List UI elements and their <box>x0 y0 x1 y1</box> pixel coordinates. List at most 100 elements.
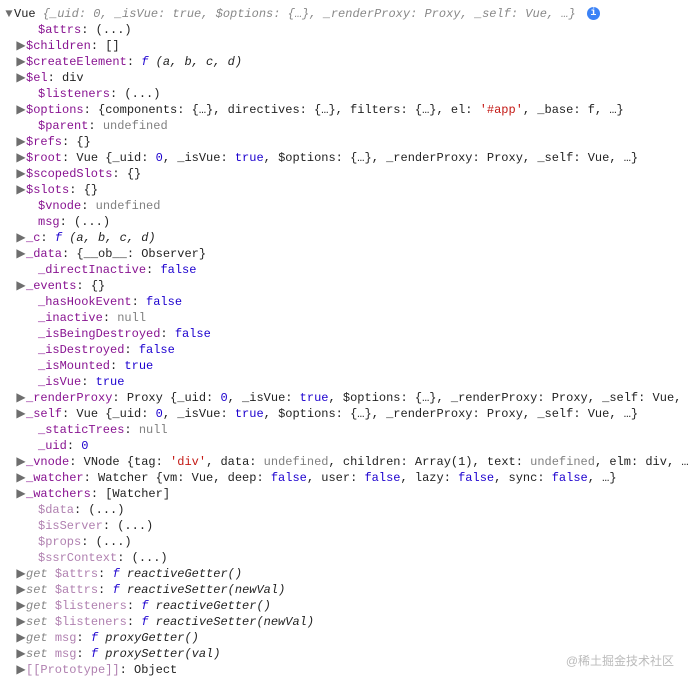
expand-arrow-icon[interactable]: ▶ <box>16 166 26 182</box>
expand-arrow-icon[interactable]: ▶ <box>16 38 26 54</box>
object-header-row[interactable]: ▼ Vue {_uid: 0, _isVue: true, $options: … <box>4 6 684 22</box>
property-content: $refs: {} <box>26 134 91 150</box>
property-content: get $listeners: f reactiveGetter() <box>26 598 271 614</box>
property-key: $el <box>26 71 48 85</box>
property-row[interactable]: ▶get msg: f proxyGetter() <box>4 630 684 646</box>
property-value: (...) <box>96 23 132 37</box>
property-content: _isDestroyed: false <box>38 342 175 358</box>
property-row: $data: (...) <box>4 502 684 518</box>
property-row[interactable]: ▶$root: Vue {_uid: 0, _isVue: true, $opt… <box>4 150 684 166</box>
watermark-text: @稀土掘金技术社区 <box>566 653 674 669</box>
function-signature: reactiveSetter(newVal) <box>127 583 285 597</box>
function-keyword: f <box>141 55 155 69</box>
console-panel: ▼ Vue {_uid: 0, _isVue: true, $options: … <box>0 0 688 684</box>
property-row[interactable]: ▶$slots: {} <box>4 182 684 198</box>
function-signature: proxyGetter() <box>105 631 199 645</box>
property-row[interactable]: ▶set $listeners: f reactiveSetter(newVal… <box>4 614 684 630</box>
property-key: _vnode <box>26 455 69 469</box>
property-row[interactable]: ▶$children: [] <box>4 38 684 54</box>
property-key: _c <box>26 231 40 245</box>
expand-arrow-icon[interactable]: ▼ <box>4 6 14 22</box>
property-key: _self <box>26 407 62 421</box>
property-row[interactable]: ▶get $attrs: f reactiveGetter() <box>4 566 684 582</box>
getter-setter-prefix: get <box>26 567 55 581</box>
property-row[interactable]: ▶set $attrs: f reactiveSetter(newVal) <box>4 582 684 598</box>
expand-arrow-icon[interactable]: ▶ <box>16 246 26 262</box>
property-key: $refs <box>26 135 62 149</box>
expand-arrow-icon[interactable]: ▶ <box>16 662 26 678</box>
property-key: _isVue <box>38 375 81 389</box>
property-row: $ssrContext: (...) <box>4 550 684 566</box>
property-key: [[Prototype]] <box>26 663 120 677</box>
property-row[interactable]: ▶_renderProxy: Proxy {_uid: 0, _isVue: t… <box>4 390 684 406</box>
function-signature: proxySetter(val) <box>105 647 220 661</box>
expand-arrow-icon[interactable]: ▶ <box>16 54 26 70</box>
property-content: _hasHookEvent: false <box>38 294 182 310</box>
property-row: _isBeingDestroyed: false <box>4 326 684 342</box>
expand-arrow-icon[interactable]: ▶ <box>16 70 26 86</box>
property-content: $options: {components: {…}, directives: … <box>26 102 624 118</box>
expand-arrow-icon[interactable]: ▶ <box>16 230 26 246</box>
property-value: [] <box>105 39 119 53</box>
expand-arrow-icon[interactable]: ▶ <box>16 566 26 582</box>
property-row: _uid: 0 <box>4 438 684 454</box>
info-icon[interactable]: i <box>587 7 600 20</box>
property-row[interactable]: ▶_watcher: Watcher {vm: Vue, deep: false… <box>4 470 684 486</box>
property-row[interactable]: ▶_c: f (a, b, c, d) <box>4 230 684 246</box>
expand-arrow-icon[interactable]: ▶ <box>16 134 26 150</box>
expand-arrow-icon[interactable]: ▶ <box>16 454 26 470</box>
expand-arrow-icon[interactable]: ▶ <box>16 470 26 486</box>
function-keyword: f <box>55 231 69 245</box>
expand-arrow-icon[interactable]: ▶ <box>16 646 26 662</box>
property-row: _staticTrees: null <box>4 422 684 438</box>
function-signature: reactiveSetter(newVal) <box>156 615 314 629</box>
property-row[interactable]: ▶_self: Vue {_uid: 0, _isVue: true, $opt… <box>4 406 684 422</box>
property-value: 0 <box>81 439 88 453</box>
property-row[interactable]: ▶_vnode: VNode {tag: 'div', data: undefi… <box>4 454 684 470</box>
property-row[interactable]: ▶_events: {} <box>4 278 684 294</box>
property-key: $scopedSlots <box>26 167 112 181</box>
property-row[interactable]: ▶$createElement: f (a, b, c, d) <box>4 54 684 70</box>
property-content: msg: (...) <box>38 214 110 230</box>
expand-arrow-icon[interactable]: ▶ <box>16 582 26 598</box>
expand-arrow-icon[interactable]: ▶ <box>16 486 26 502</box>
property-content: set msg: f proxySetter(val) <box>26 646 220 662</box>
expand-arrow-icon[interactable]: ▶ <box>16 390 26 406</box>
expand-arrow-icon[interactable]: ▶ <box>16 598 26 614</box>
property-row: _directInactive: false <box>4 262 684 278</box>
expand-arrow-icon[interactable]: ▶ <box>16 182 26 198</box>
expand-arrow-icon[interactable]: ▶ <box>16 406 26 422</box>
property-key: msg <box>55 647 77 661</box>
property-key: $children <box>26 39 91 53</box>
property-row[interactable]: ▶_data: {__ob__: Observer} <box>4 246 684 262</box>
property-content: _vnode: VNode {tag: 'div', data: undefin… <box>26 454 688 470</box>
property-value: (...) <box>132 551 168 565</box>
property-content: _c: f (a, b, c, d) <box>26 230 156 246</box>
property-content: $isServer: (...) <box>38 518 153 534</box>
property-row[interactable]: ▶$el: div <box>4 70 684 86</box>
property-content: _watchers: [Watcher] <box>26 486 170 502</box>
property-key: _isBeingDestroyed <box>38 327 160 341</box>
expand-arrow-icon[interactable]: ▶ <box>16 150 26 166</box>
expand-arrow-icon[interactable]: ▶ <box>16 278 26 294</box>
property-list: $attrs: (...)▶$children: []▶$createEleme… <box>4 22 684 678</box>
expand-arrow-icon[interactable]: ▶ <box>16 630 26 646</box>
property-row[interactable]: ▶$refs: {} <box>4 134 684 150</box>
getter-setter-prefix: set <box>26 583 55 597</box>
property-row[interactable]: ▶_watchers: [Watcher] <box>4 486 684 502</box>
property-row: $listeners: (...) <box>4 86 684 102</box>
property-content: $ssrContext: (...) <box>38 550 168 566</box>
property-value: Object <box>134 663 177 677</box>
property-row[interactable]: ▶$options: {components: {…}, directives:… <box>4 102 684 118</box>
expand-arrow-icon[interactable]: ▶ <box>16 102 26 118</box>
getter-setter-prefix: get <box>26 599 55 613</box>
property-row[interactable]: ▶get $listeners: f reactiveGetter() <box>4 598 684 614</box>
property-key: $props <box>38 535 81 549</box>
property-value: false <box>146 295 182 309</box>
function-keyword: f <box>91 647 105 661</box>
property-row: _isDestroyed: false <box>4 342 684 358</box>
function-keyword: f <box>112 583 126 597</box>
property-row[interactable]: ▶$scopedSlots: {} <box>4 166 684 182</box>
property-content: _self: Vue {_uid: 0, _isVue: true, $opti… <box>26 406 638 422</box>
expand-arrow-icon[interactable]: ▶ <box>16 614 26 630</box>
